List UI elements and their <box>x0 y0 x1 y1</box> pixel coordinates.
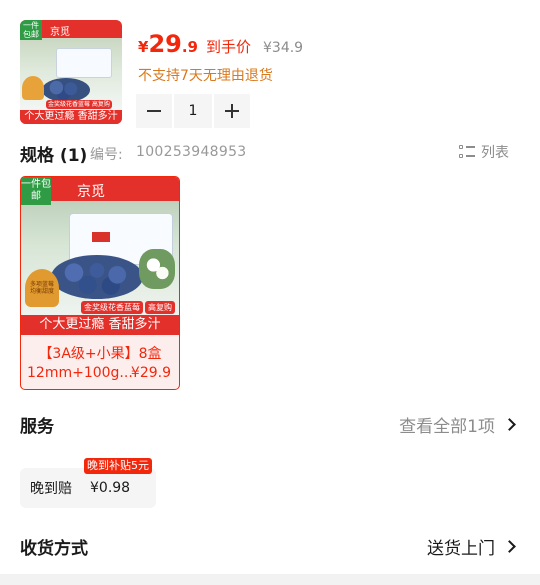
quantity-stepper: 1 <box>136 94 250 128</box>
sku-pill-row: 金奖级花香蓝莓 高复购 <box>81 301 175 314</box>
sku-banner: 个大更过瘾 香甜多汁 <box>21 315 179 335</box>
sku-image: 多项蓝莓 均衡甜度 一件包邮 京觅 金奖级花香蓝莓 高复购 个大更过瘾 香甜多汁 <box>21 177 179 335</box>
sku-medal-text: 多项蓝莓 均衡甜度 <box>29 281 54 295</box>
original-price: ¥34.9 <box>263 40 304 56</box>
product-pill: 金奖级花香蓝莓 高复购 <box>46 100 112 109</box>
sku-price: ¥29.9 <box>130 365 171 381</box>
plus-icon <box>225 104 239 118</box>
sku-name: 【3A级+小果】8盒 <box>38 346 162 362</box>
decrease-button[interactable] <box>136 94 172 128</box>
price-currency: ¥ <box>138 38 149 56</box>
delivery-method-value: 送货上门 <box>427 539 495 559</box>
chevron-right-icon <box>503 418 516 431</box>
delivery-title: 收货方式 <box>20 539 88 559</box>
blueberries-graphic <box>42 78 90 102</box>
late-compensation-chip[interactable]: 晚到赔 ¥0.98 <box>20 468 156 508</box>
sku-pill-award: 金奖级花香蓝莓 <box>81 301 143 314</box>
sku-flowers-graphic <box>139 249 175 289</box>
free-shipping-tag: 一件包邮 <box>20 20 42 40</box>
brand-logo: 京觅 <box>50 27 70 38</box>
section-divider <box>0 574 540 585</box>
sku-option-selected[interactable]: 多项蓝莓 均衡甜度 一件包邮 京觅 金奖级花香蓝莓 高复购 个大更过瘾 香甜多汁… <box>20 176 180 390</box>
spec-code-label: 编号: <box>90 147 123 163</box>
final-price-label: 到手价 <box>205 38 251 56</box>
spec-title: 规格 (1) <box>20 146 88 166</box>
price-decimal: .9 <box>181 38 198 56</box>
product-box-graphic <box>56 48 112 78</box>
service-title: 服务 <box>20 417 54 437</box>
minus-icon <box>147 104 161 118</box>
late-compensation-label: 晚到赔 <box>30 481 72 497</box>
late-compensation-value: ¥0.98 <box>90 480 131 496</box>
price-row: ¥ 29 .9 到手价 ¥34.9 <box>138 30 303 58</box>
product-banner: 个大更过瘾 香甜多汁 <box>20 110 122 124</box>
increase-button[interactable] <box>214 94 250 128</box>
price-integer: 29 <box>148 30 182 58</box>
sku-free-shipping-tag: 一件包邮 <box>21 177 51 205</box>
delivery-method-selector[interactable]: 送货上门 <box>427 534 516 559</box>
list-view-icon <box>459 144 475 160</box>
list-view-toggle[interactable]: 列表 <box>459 142 509 162</box>
quantity-input[interactable]: 1 <box>174 94 212 128</box>
late-subsidy-badge: 晚到补贴5元 <box>84 458 152 474</box>
sku-blueberries-graphic <box>51 255 143 299</box>
sku-pill-repurchase: 高复购 <box>145 301 175 314</box>
view-all-services-link[interactable]: 查看全部1项 <box>399 412 516 437</box>
return-policy-note: 不支持7天无理由退货 <box>138 68 273 84</box>
view-all-services-label: 查看全部1项 <box>399 417 495 437</box>
chevron-right-icon <box>503 540 516 553</box>
sku-subtitle: 12mm+100g... <box>27 365 133 381</box>
spec-code-value: 100253948953 <box>136 144 247 160</box>
list-view-label: 列表 <box>481 145 509 161</box>
award-medal-icon <box>22 76 44 100</box>
product-thumbnail[interactable]: 一件包邮 京觅 金奖级花香蓝莓 高复购 个大更过瘾 香甜多汁 <box>20 20 122 124</box>
sku-brand-logo: 京觅 <box>77 184 105 200</box>
